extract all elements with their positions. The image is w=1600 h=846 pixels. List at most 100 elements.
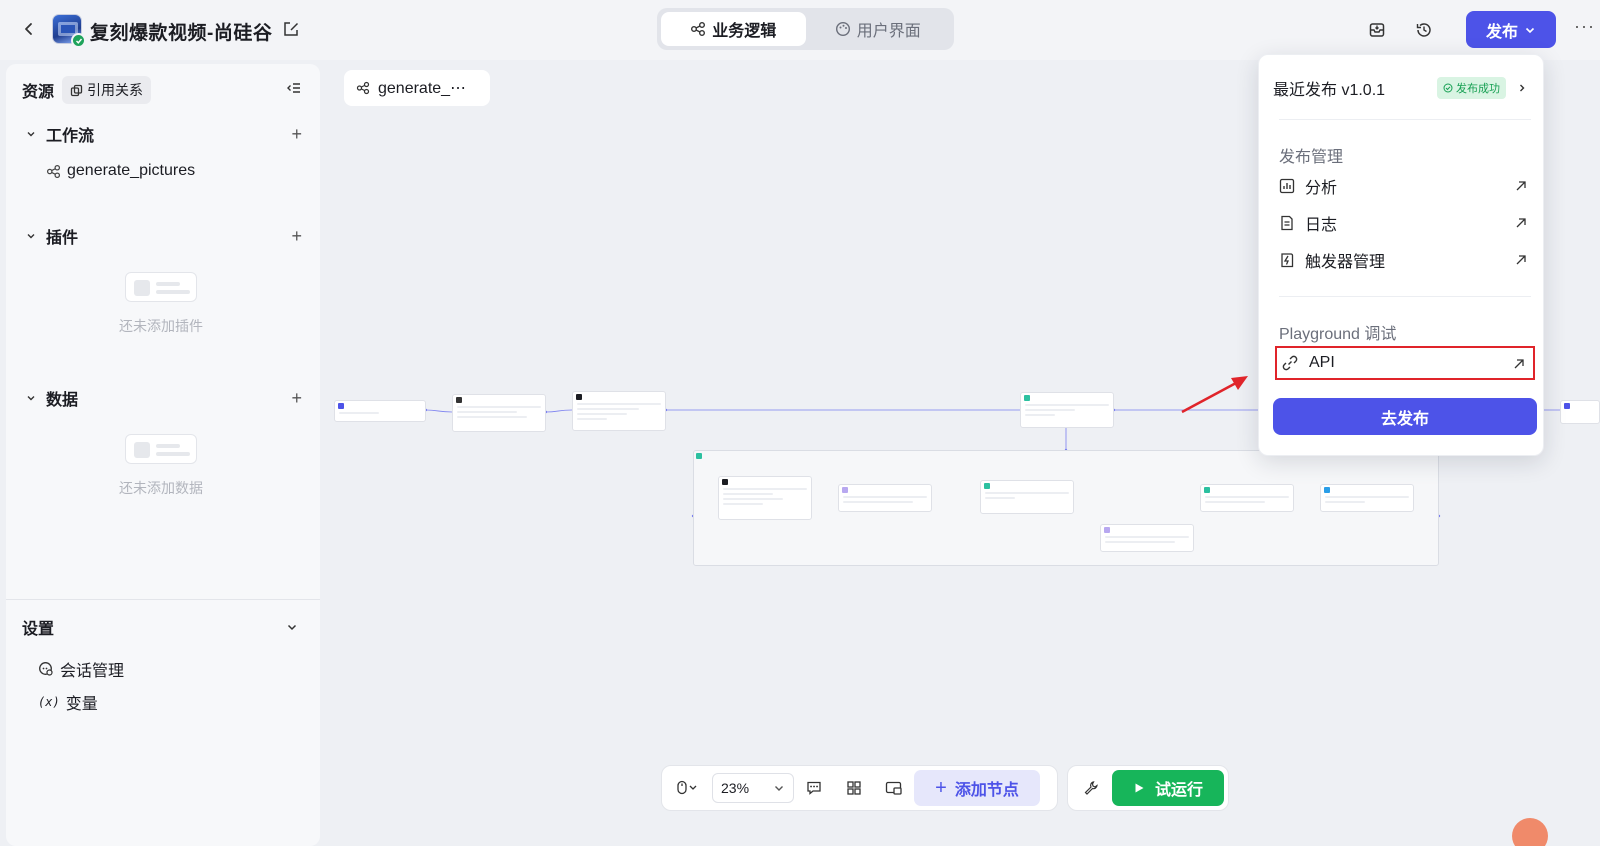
- log-icon: [1281, 215, 1293, 231]
- chevron-down-icon: [26, 129, 38, 139]
- menu-item-label: 日志: [1305, 217, 1338, 234]
- latest-release-label: 最近发布 v1.0.1: [1273, 82, 1386, 99]
- canvas-toolbar: 23% + 添加节点: [661, 765, 1058, 811]
- comment-button[interactable]: [794, 773, 834, 803]
- add-plugin-button[interactable]: +: [291, 226, 302, 247]
- empty-illustration: [125, 434, 197, 464]
- divider: [1279, 119, 1531, 120]
- empty-illustration: [125, 272, 197, 302]
- code-node[interactable]: [1320, 484, 1414, 512]
- auto-layout-button[interactable]: [834, 773, 874, 803]
- variable-aggregate-node[interactable]: [1200, 484, 1294, 512]
- archive-icon[interactable]: [1366, 19, 1388, 41]
- go-publish-button[interactable]: 去发布: [1273, 398, 1537, 435]
- plus-icon: +: [935, 776, 947, 799]
- link-icon: [1282, 355, 1298, 371]
- debug-tools-button[interactable]: [1080, 773, 1102, 803]
- section-data-label: 数据: [46, 392, 79, 409]
- chevron-down-icon: [775, 786, 783, 791]
- menu-item-label: API: [1309, 354, 1335, 371]
- publish-button[interactable]: 发布: [1466, 11, 1556, 48]
- menu-item-logs[interactable]: 日志: [1275, 208, 1535, 238]
- status-badge-label: 发布成功: [1456, 83, 1501, 95]
- llm-node[interactable]: [572, 391, 666, 431]
- menu-item-label: 分析: [1305, 180, 1338, 197]
- workflow-item-label: generate_pictures: [67, 162, 196, 179]
- settings-item-conversation[interactable]: 会话管理: [38, 657, 124, 681]
- sidebar-item-workflow[interactable]: generate_pictures: [46, 162, 195, 180]
- zoom-value: 23%: [721, 780, 750, 796]
- history-icon[interactable]: [1413, 19, 1435, 41]
- selector-node[interactable]: [980, 480, 1074, 514]
- workflow-icon: [46, 164, 61, 178]
- chevron-down-icon: [26, 231, 38, 241]
- comment-icon: [807, 781, 821, 795]
- more-icon[interactable]: ···: [1574, 16, 1595, 37]
- mode-tabs: 业务逻辑 用户界面: [657, 8, 954, 50]
- section-data[interactable]: 数据 +: [26, 386, 302, 410]
- tab-user-interface[interactable]: 用户界面: [806, 12, 951, 46]
- test-run-label: 试运行: [1154, 782, 1203, 799]
- menu-item-analytics[interactable]: 分析: [1275, 171, 1535, 201]
- variable-icon: (x): [38, 695, 60, 709]
- data-empty-text: 还未添加数据: [119, 480, 203, 496]
- group-label-playground: Playground 调试: [1279, 326, 1397, 343]
- data-empty-state: 还未添加数据: [26, 434, 296, 498]
- loop-start-node[interactable]: [1020, 392, 1114, 428]
- zoom-select[interactable]: 23%: [712, 773, 794, 803]
- run-toolbar: 试运行: [1067, 765, 1229, 811]
- chevron-down-icon: [287, 624, 297, 631]
- assistant-avatar[interactable]: [1512, 818, 1548, 846]
- references-label: 引用关系: [87, 82, 144, 98]
- collapse-sidebar-icon[interactable]: [286, 80, 304, 98]
- add-node-button[interactable]: + 添加节点: [914, 770, 1040, 806]
- llm-node-1[interactable]: [718, 476, 812, 520]
- llm-icon: [722, 479, 728, 485]
- end-node[interactable]: [1560, 400, 1600, 424]
- references-button[interactable]: 引用关系: [62, 76, 152, 104]
- latest-release-row[interactable]: 最近发布 v1.0.1 发布成功: [1273, 75, 1531, 101]
- text-to-image-node-1[interactable]: [1100, 524, 1194, 552]
- code-icon: [1324, 487, 1330, 493]
- menu-item-api[interactable]: API: [1275, 346, 1535, 380]
- publish-button-label: 发布: [1485, 23, 1518, 41]
- chevron-down-icon: [26, 393, 38, 403]
- interaction-mode-button[interactable]: [662, 773, 712, 803]
- tab-business-logic[interactable]: 业务逻辑: [661, 12, 806, 46]
- settings-item-label: 会话管理: [60, 663, 125, 680]
- start-node[interactable]: [334, 400, 426, 422]
- add-node-label: 添加节点: [954, 782, 1019, 799]
- verified-check-icon: [71, 33, 86, 48]
- image-icon: [842, 487, 848, 493]
- play-icon: [1135, 783, 1144, 793]
- loop-icon: [696, 453, 702, 459]
- settings-item-variables[interactable]: (x) 变量: [38, 690, 98, 714]
- selector-icon: [984, 483, 990, 489]
- back-arrow-icon[interactable]: [18, 18, 40, 40]
- trigger-icon: [1281, 253, 1294, 268]
- text-to-image-node[interactable]: [838, 484, 932, 512]
- edit-icon[interactable]: [282, 20, 300, 38]
- group-label-manage: 发布管理: [1279, 149, 1344, 166]
- add-workflow-button[interactable]: +: [291, 124, 302, 145]
- publish-dropdown: 最近发布 v1.0.1 发布成功 发布管理 分析 日志 触发器管理 Playgr…: [1258, 54, 1544, 456]
- section-workflow-label: 工作流: [46, 128, 95, 145]
- check-circle-icon: [1443, 83, 1453, 93]
- variable-icon: [1204, 487, 1210, 493]
- minimap-button[interactable]: [874, 773, 914, 803]
- copy-link-icon: [70, 84, 83, 96]
- wrench-icon: [1084, 781, 1098, 795]
- add-data-button[interactable]: +: [291, 388, 302, 409]
- menu-item-triggers[interactable]: 触发器管理: [1275, 245, 1535, 275]
- chat-settings-icon: [39, 662, 53, 676]
- chevron-down-icon: [1525, 27, 1535, 33]
- loop-icon: [1024, 395, 1030, 401]
- section-workflow[interactable]: 工作流 +: [26, 122, 302, 146]
- section-plugins-label: 插件: [46, 230, 79, 247]
- section-settings[interactable]: 设置: [22, 615, 298, 639]
- test-run-button[interactable]: 试运行: [1112, 770, 1224, 806]
- link-reader-plugin-node[interactable]: [452, 394, 546, 432]
- section-plugins[interactable]: 插件 +: [26, 224, 302, 248]
- chevron-right-icon: [1517, 80, 1527, 96]
- sidebar-title: 资源: [22, 84, 55, 101]
